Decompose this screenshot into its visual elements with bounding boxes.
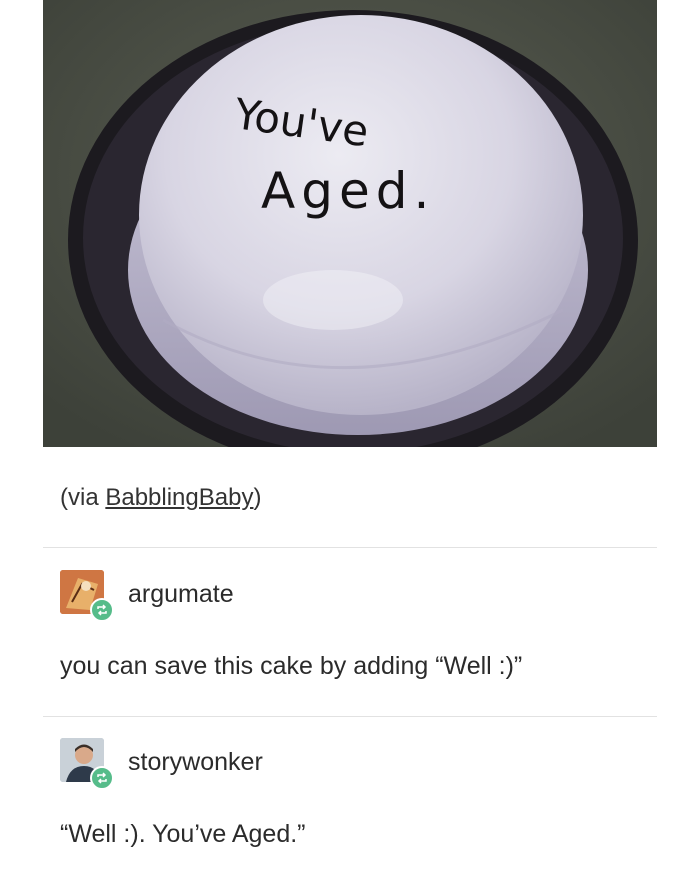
cake-image: You've Aged.: [43, 0, 657, 447]
divider: [43, 716, 657, 717]
post-caption: (via BabblingBaby): [60, 484, 261, 512]
reblog-username[interactable]: storywonker: [128, 748, 263, 777]
caption-prefix: (via: [60, 484, 106, 511]
cake-text-line2: Aged.: [261, 162, 435, 220]
caption-suffix: ): [253, 484, 262, 511]
reblog-icon: [90, 598, 114, 622]
source-link[interactable]: BabblingBaby: [105, 484, 253, 511]
avatar-argumate[interactable]: [60, 570, 114, 622]
reblog-comment: you can save this cake by adding “Well :…: [60, 652, 523, 680]
reblog-comment: “Well :). You’ve Aged.”: [60, 820, 306, 848]
divider: [43, 547, 657, 548]
post-photo[interactable]: You've Aged.: [43, 0, 657, 447]
reblog-username[interactable]: argumate: [128, 580, 234, 609]
reblog-icon: [90, 766, 114, 790]
avatar-storywonker[interactable]: [60, 738, 114, 790]
